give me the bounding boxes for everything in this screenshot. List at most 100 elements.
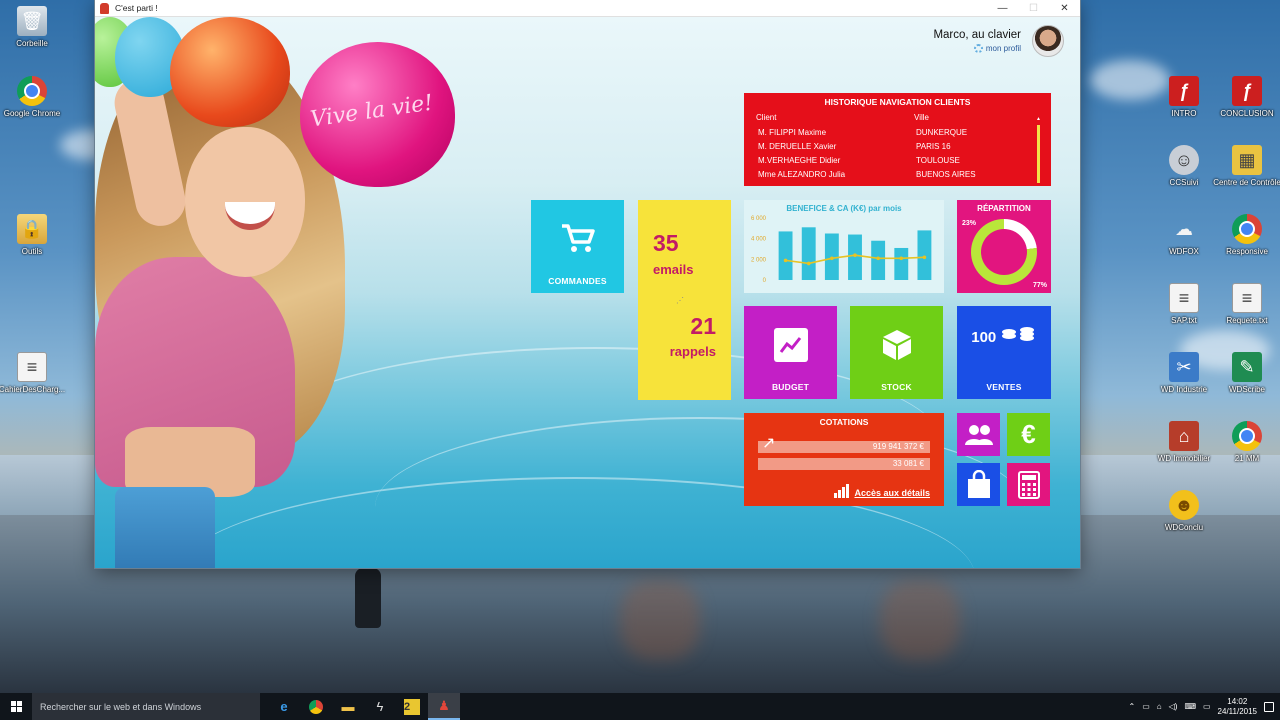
desktop-icon-requete[interactable]: ≡ Requete.txt xyxy=(1211,283,1280,326)
language-icon[interactable]: ▭ xyxy=(1203,702,1211,711)
ccsuivi-icon: ☺ xyxy=(1169,145,1199,175)
gear-icon xyxy=(973,44,983,53)
history-tile[interactable]: HISTORIQUE NAVIGATION CLIENTS Client Vil… xyxy=(744,93,1051,186)
euro-tile[interactable]: € xyxy=(1007,413,1050,456)
desktop-icon-wd-industrie[interactable]: ✂ WD Industrie xyxy=(1148,352,1220,395)
desktop-icon-21mm[interactable]: 21 MM xyxy=(1211,421,1280,464)
desktop-icon-label: Responsive xyxy=(1226,247,1268,256)
ventes-tile[interactable]: 100 VENTES xyxy=(957,306,1051,399)
chrome-taskbar-icon[interactable] xyxy=(300,693,332,720)
tray-up-arrow-icon[interactable]: ⌃ xyxy=(1129,702,1136,711)
cell-client: Mme ALEZANDRO Julia xyxy=(758,169,846,179)
desktop-icon-cahier[interactable]: ≡ CahierDesCharg... xyxy=(0,352,68,395)
taskbar: Rechercher sur le web et dans Windows e … xyxy=(0,693,1280,720)
volume-icon[interactable]: ◁) xyxy=(1169,702,1178,711)
details-link[interactable]: Accès aux détails xyxy=(834,484,930,498)
stock-tile[interactable]: STOCK xyxy=(850,306,943,399)
minimize-button[interactable]: — xyxy=(987,0,1018,17)
clock[interactable]: 14:02 24/11/2015 xyxy=(1218,697,1257,717)
document-icon: ≡ xyxy=(1169,283,1199,313)
notifications-icon[interactable] xyxy=(1264,701,1274,712)
y-tick-label: 6 000 xyxy=(751,216,767,222)
network-icon[interactable]: ⌂ xyxy=(1157,702,1162,711)
rappels-label: rappels xyxy=(669,344,716,359)
desktop-icon-outils[interactable]: 🔒 Outils xyxy=(0,214,68,257)
desktop-icon-label: WDConclu xyxy=(1164,523,1204,532)
users-icon xyxy=(964,424,993,445)
shopping-tile[interactable] xyxy=(957,463,1000,506)
table-row[interactable]: M. FILIPPI Maxime DUNKERQUE xyxy=(744,125,1051,139)
chart-point xyxy=(830,256,834,261)
profile-link[interactable]: mon profil xyxy=(973,44,1021,53)
windev-icon[interactable]: ϟ xyxy=(364,693,396,720)
file-explorer-icon[interactable]: ▬ xyxy=(332,693,364,720)
chart-bar xyxy=(894,247,909,280)
clock-time: 14:02 xyxy=(1227,696,1248,706)
trend-arrow-icon: ↗ xyxy=(762,435,776,452)
balloon-orange xyxy=(170,17,290,127)
desktop-icon-wdconclu[interactable]: ☻ WDConclu xyxy=(1148,490,1220,533)
desktop-icon-label: WD Industrie xyxy=(1160,385,1208,394)
table-row[interactable]: Mme ALEZANDRO Julia BUENOS AIRES xyxy=(744,167,1051,181)
cube-icon xyxy=(882,330,911,360)
desktop-icon-label: CCSuivi xyxy=(1169,178,1199,187)
y-tick-label: 4 000 xyxy=(751,237,767,243)
cotations-tile[interactable]: COTATIONS 919 941 372 € 33 081 € ↗ Accès… xyxy=(744,413,944,506)
shopping-bag-icon xyxy=(967,469,990,498)
window-titlebar[interactable]: C'est parti ! — ☐ ✕ xyxy=(95,0,1080,17)
taskbar-search[interactable]: Rechercher sur le web et dans Windows xyxy=(32,693,260,720)
desktop-icon-label: INTRO xyxy=(1171,109,1197,118)
table-row[interactable]: M. DERUELLE Xavier PARIS 16 xyxy=(744,139,1051,153)
desktop-icon-responsive[interactable]: Responsive xyxy=(1211,214,1280,257)
desktop-icon-sap[interactable]: ≡ SAP.txt xyxy=(1148,283,1220,326)
window-controls: — ☐ ✕ xyxy=(987,0,1080,17)
stock-label: STOCK xyxy=(881,382,912,392)
cell-city: DUNKERQUE xyxy=(916,127,968,137)
users-tile[interactable] xyxy=(957,413,1000,456)
keyboard-icon[interactable]: ⌨ xyxy=(1184,702,1196,711)
desktop-icon-wdscribe[interactable]: ✎ WDScribe xyxy=(1211,352,1280,395)
edge-icon[interactable]: e xyxy=(268,693,300,720)
scroll-up-arrow[interactable]: ▲ xyxy=(1036,116,1041,122)
reflection xyxy=(880,580,960,660)
history-header: Client Ville xyxy=(744,107,1051,125)
desktop-icon-centre-controle[interactable]: ▦ Centre de Contrôle xyxy=(1211,145,1280,188)
chrome-icon xyxy=(1232,421,1262,451)
commandes-tile[interactable]: COMMANDES xyxy=(531,200,624,293)
ventes-label: VENTES xyxy=(986,382,1022,392)
euro-icon: € xyxy=(1021,419,1036,449)
messages-tile[interactable]: 35 emails ⋰ 21 rappels xyxy=(638,200,731,400)
chart-bar xyxy=(848,234,862,280)
app-taskbar-icon[interactable]: ♟ xyxy=(428,693,460,720)
benefice-chart-tile[interactable]: BENEFICE & CA (K€) par mois 6 000 4 000 2 … xyxy=(744,200,944,293)
window-title: C'est parti ! xyxy=(115,3,158,13)
desktop-icon-conclusion[interactable]: ƒ CONCLUSION xyxy=(1211,76,1280,119)
budget-tile[interactable]: BUDGET xyxy=(744,306,837,399)
table-row[interactable]: M.VERHAEGHE Didier TOULOUSE xyxy=(744,153,1051,167)
calculator-tile[interactable] xyxy=(1007,463,1050,506)
cell-city: BUENOS AIRES xyxy=(916,169,976,179)
smiley-icon: ☻ xyxy=(1169,490,1199,520)
cotations-title: COTATIONS xyxy=(819,417,869,427)
chart-bar xyxy=(778,231,793,280)
desktop-icon-recycle-bin[interactable]: 🗑 Corbeille xyxy=(0,6,68,49)
desktop-icon-label: WD Immobilier xyxy=(1157,454,1211,463)
avatar[interactable] xyxy=(1032,25,1064,57)
scrollbar[interactable] xyxy=(1037,125,1040,183)
desktop-icon-chrome[interactable]: Google Chrome xyxy=(0,76,68,119)
desktop-icon-label: WDFOX xyxy=(1169,247,1199,256)
close-button[interactable]: ✕ xyxy=(1049,0,1080,17)
webdev-icon[interactable]: 2 xyxy=(396,693,428,720)
desktop-icon-wdfox[interactable]: ☁ WDFOX xyxy=(1148,214,1220,257)
desktop-icon-wd-immobilier[interactable]: ⌂ WD Immobilier xyxy=(1148,421,1220,464)
cart-icon xyxy=(531,222,624,259)
desktop-icon-intro[interactable]: ƒ INTRO xyxy=(1148,76,1220,119)
commandes-label: COMMANDES xyxy=(548,276,607,286)
start-button[interactable] xyxy=(0,693,32,720)
desktop-icon-label: Corbeille xyxy=(16,39,48,48)
repartition-tile[interactable]: RÉPARTITION 23% 77% xyxy=(957,200,1051,293)
tray-window-icon[interactable]: ▭ xyxy=(1142,702,1150,711)
maximize-button[interactable]: ☐ xyxy=(1018,0,1049,17)
taskbar-apps: e ▬ ϟ 2 ♟ xyxy=(268,693,460,720)
desktop-icon-ccsuivi[interactable]: ☺ CCSuivi xyxy=(1148,145,1220,188)
